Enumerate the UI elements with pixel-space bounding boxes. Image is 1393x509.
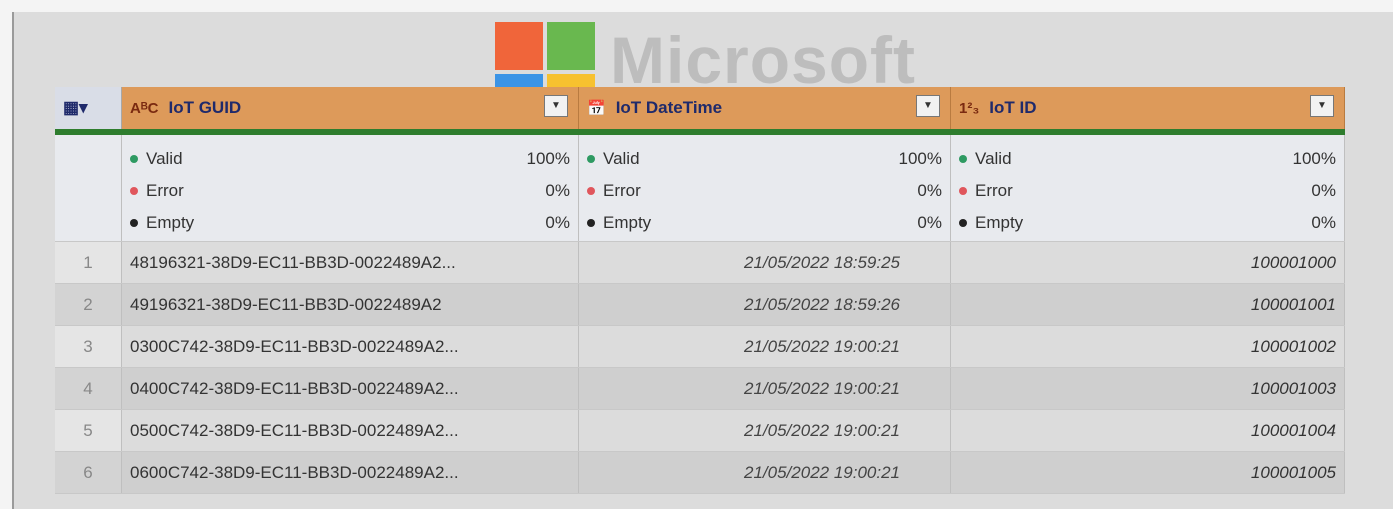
table-row[interactable]: 2 49196321-38D9-EC11-BB3D-0022489A2 21/0… — [55, 283, 1345, 326]
id-cell[interactable]: 100001004 — [950, 409, 1345, 452]
datetime-cell[interactable]: 21/05/2022 19:00:21 — [578, 325, 951, 368]
valid-dot-icon — [130, 155, 138, 163]
column-name: IoT GUID — [168, 98, 242, 117]
dropdown-icon[interactable]: ▼ — [916, 95, 940, 117]
row-number: 4 — [55, 367, 122, 410]
table-icon: ▦▾ — [63, 98, 88, 117]
row-number: 1 — [55, 241, 122, 284]
column-quality: Valid 100% Error 0% Empty 0% — [950, 132, 1345, 242]
table-row[interactable]: 1 48196321-38D9-EC11-BB3D-0022489A2... 2… — [55, 241, 1345, 284]
id-cell[interactable]: 100001002 — [950, 325, 1345, 368]
guid-cell[interactable]: 0300C742-38D9-EC11-BB3D-0022489A2... — [121, 325, 579, 368]
id-cell[interactable]: 100001001 — [950, 283, 1345, 326]
id-cell[interactable]: 100001005 — [950, 451, 1345, 494]
column-name: IoT ID — [989, 98, 1037, 117]
datetime-type-icon[interactable]: 📅 — [587, 99, 606, 117]
row-number: 3 — [55, 325, 122, 368]
table-row[interactable]: 5 0500C742-38D9-EC11-BB3D-0022489A2... 2… — [55, 409, 1345, 452]
column-quality: Valid 100% Error 0% Empty 0% — [578, 132, 951, 242]
column-header-iot-datetime[interactable]: 📅 IoT DateTime ▼ — [578, 87, 951, 135]
empty-dot-icon — [587, 219, 595, 227]
dropdown-icon[interactable]: ▼ — [1310, 95, 1334, 117]
datetime-cell[interactable]: 21/05/2022 18:59:25 — [578, 241, 951, 284]
id-cell[interactable]: 100001000 — [950, 241, 1345, 284]
table-row[interactable]: 3 0300C742-38D9-EC11-BB3D-0022489A2... 2… — [55, 325, 1345, 368]
guid-cell[interactable]: 49196321-38D9-EC11-BB3D-0022489A2 — [121, 283, 579, 326]
guid-cell[interactable]: 0600C742-38D9-EC11-BB3D-0022489A2... — [121, 451, 579, 494]
data-preview-table: ▦▾ AᴮC IoT GUID ▼ 📅 IoT DateTime ▼ 1²₃ I… — [55, 87, 1345, 494]
number-type-icon[interactable]: 1²₃ — [959, 100, 979, 117]
table-row[interactable]: 6 0600C742-38D9-EC11-BB3D-0022489A2... 2… — [55, 451, 1345, 494]
guid-cell[interactable]: 0500C742-38D9-EC11-BB3D-0022489A2... — [121, 409, 579, 452]
valid-dot-icon — [587, 155, 595, 163]
empty-dot-icon — [959, 219, 967, 227]
column-header-iot-id[interactable]: 1²₃ IoT ID ▼ — [950, 87, 1345, 135]
row-number: 5 — [55, 409, 122, 452]
guid-cell[interactable]: 0400C742-38D9-EC11-BB3D-0022489A2... — [121, 367, 579, 410]
error-dot-icon — [959, 187, 967, 195]
error-dot-icon — [130, 187, 138, 195]
datetime-cell[interactable]: 21/05/2022 19:00:21 — [578, 367, 951, 410]
empty-dot-icon — [130, 219, 138, 227]
row-number: 6 — [55, 451, 122, 494]
valid-dot-icon — [959, 155, 967, 163]
dropdown-icon[interactable]: ▼ — [544, 95, 568, 117]
text-type-icon[interactable]: AᴮC — [130, 100, 158, 117]
column-name: IoT DateTime — [615, 98, 723, 117]
error-dot-icon — [587, 187, 595, 195]
table-menu-button[interactable]: ▦▾ — [55, 87, 122, 135]
column-quality: Valid 100% Error 0% Empty 0% — [121, 132, 579, 242]
datetime-cell[interactable]: 21/05/2022 19:00:21 — [578, 451, 951, 494]
id-cell[interactable]: 100001003 — [950, 367, 1345, 410]
datetime-cell[interactable]: 21/05/2022 19:00:21 — [578, 409, 951, 452]
column-quality-row: Valid 100% Error 0% Empty 0% Valid 100% Erro… — [55, 132, 1345, 242]
guid-cell[interactable]: 48196321-38D9-EC11-BB3D-0022489A2... — [121, 241, 579, 284]
column-header-iot-guid[interactable]: AᴮC IoT GUID ▼ — [121, 87, 579, 135]
table-row[interactable]: 4 0400C742-38D9-EC11-BB3D-0022489A2... 2… — [55, 367, 1345, 410]
quality-spacer — [55, 132, 122, 242]
datetime-cell[interactable]: 21/05/2022 18:59:26 — [578, 283, 951, 326]
row-number: 2 — [55, 283, 122, 326]
